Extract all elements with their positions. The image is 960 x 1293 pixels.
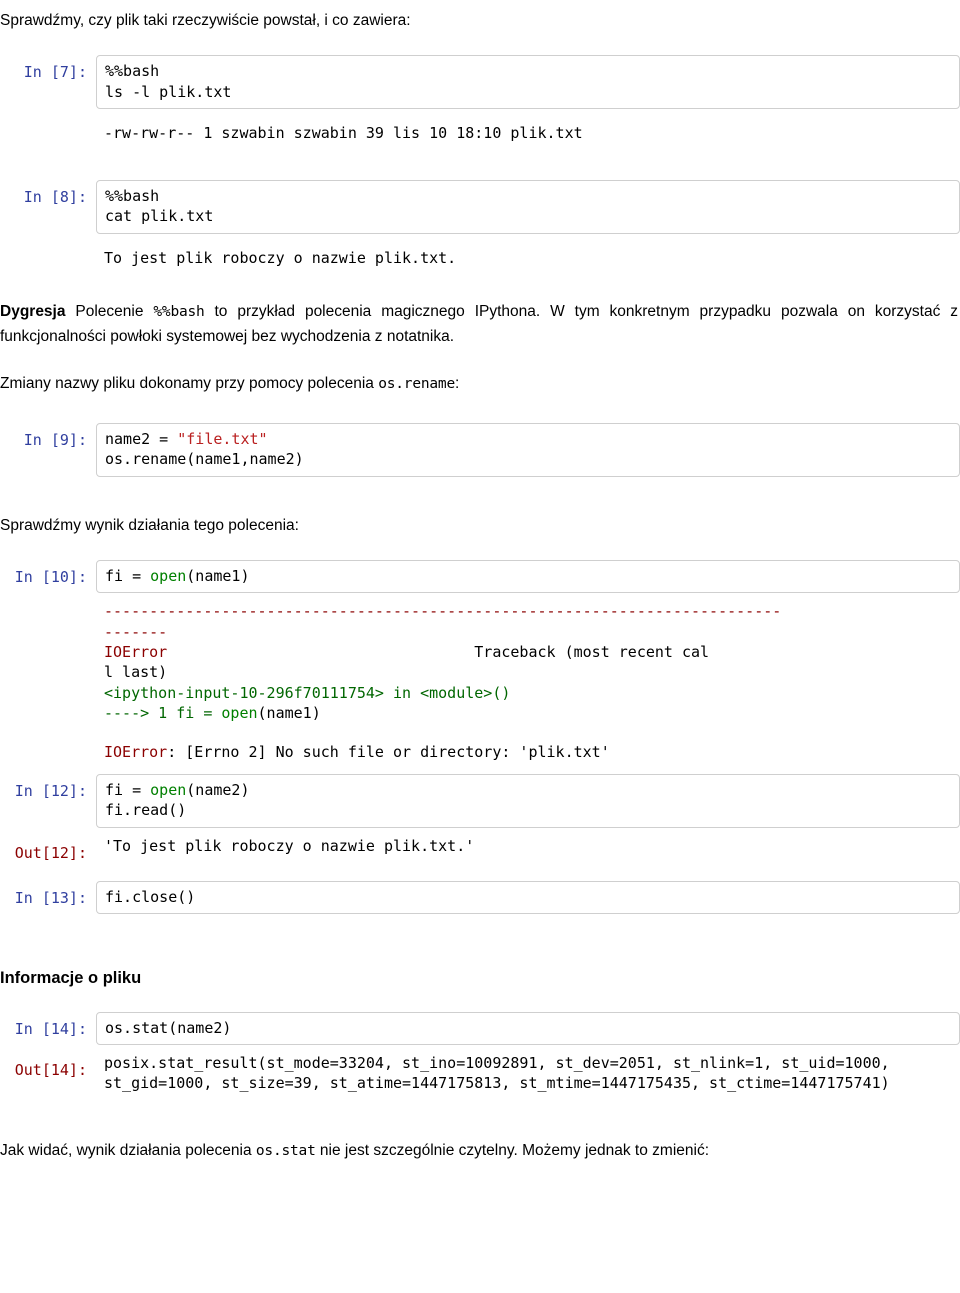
traceback-arrow-prefix: ----> 1 fi = <box>104 704 222 723</box>
closing-part2: nie jest szczególnie czytelny. Możemy je… <box>315 1141 710 1159</box>
builtin-open: open <box>150 566 187 585</box>
traceback-error-header: IOError Traceback (most recent cal <box>104 642 954 662</box>
out-prompt-14[interactable]: Out[14]: <box>0 1053 96 1080</box>
code-fragment: (name1) <box>186 566 250 585</box>
in-prompt-9[interactable]: In [9]: <box>0 423 96 450</box>
code-line: ls -l plik.txt <box>105 82 232 101</box>
rename-paragraph: Zmiany nazwy pliku dokonamy przy pomocy … <box>0 371 960 396</box>
builtin-open: open <box>221 704 258 723</box>
output-area-8: To jest plik roboczy o nazwie plik.txt. <box>96 248 960 268</box>
closing-mono-code: os.stat <box>255 1142 316 1159</box>
code-fragment: (name2) <box>186 780 250 799</box>
rename-part1: Zmiany nazwy pliku dokonamy przy pomocy … <box>0 375 379 393</box>
code-line: os.stat(name2) <box>105 1018 232 1037</box>
cell-in-12: In [12]: fi = open(name2) fi.read() <box>0 773 960 828</box>
code-line: %%bash <box>105 62 160 81</box>
cell-output-8: To jest plik roboczy o nazwie plik.txt. <box>0 248 960 269</box>
cell-output-7: -rw-rw-r-- 1 szwabin szwabin 39 lis 10 1… <box>0 123 960 144</box>
out-prompt-7-empty <box>0 123 96 144</box>
out-prompt-10-empty <box>0 601 96 622</box>
output-value: 'To jest plik roboczy o nazwie plik.txt.… <box>104 836 475 855</box>
code-line: name2 = "file.txt" <box>105 429 951 449</box>
traceback-header-spacer <box>167 643 474 661</box>
output-area-12: 'To jest plik roboczy o nazwie plik.txt.… <box>96 836 960 856</box>
traceback-rule-line-2: ------- <box>104 622 168 641</box>
cell-output-10-traceback: ----------------------------------------… <box>0 601 960 762</box>
cell-in-9: In [9]: name2 = "file.txt" os.rename(nam… <box>0 422 960 477</box>
output-text: To jest plik roboczy o nazwie plik.txt. <box>104 248 457 267</box>
traceback-error-name: IOError <box>104 643 168 661</box>
in-prompt-14[interactable]: In [14]: <box>0 1012 96 1039</box>
cell-in-7: In [7]: %%bash ls -l plik.txt <box>0 55 960 109</box>
code-line: fi.close() <box>105 887 196 906</box>
code-input-7[interactable]: %%bash ls -l plik.txt <box>96 55 960 109</box>
traceback-arrow-line: ----> 1 fi = open(name1) <box>104 703 954 723</box>
in-prompt-8[interactable]: In [8]: <box>0 180 96 207</box>
cell-in-8: In [8]: %%bash cat plik.txt <box>0 179 960 234</box>
rename-part2: : <box>454 375 460 393</box>
code-fragment: name2 = <box>105 429 178 448</box>
code-fragment: (name1) <box>257 704 321 723</box>
cell-in-10: In [10]: fi = open(name1) <box>0 559 960 594</box>
out-prompt-8-empty <box>0 248 96 269</box>
closing-paragraph: Jak widać, wynik działania polecenia os.… <box>0 1138 960 1163</box>
section-heading-file-info: Informacje o pliku <box>0 969 142 988</box>
code-fragment: fi = <box>105 780 151 799</box>
code-line: fi.read() <box>105 801 187 820</box>
string-literal: "file.txt" <box>177 429 268 448</box>
traceback-final-error: IOError: [Errno 2] No such file or direc… <box>104 742 954 762</box>
code-input-9[interactable]: name2 = "file.txt" os.rename(name1,name2… <box>96 422 960 477</box>
code-input-10[interactable]: fi = open(name1) <box>96 559 960 594</box>
traceback-area: ----------------------------------------… <box>96 601 960 762</box>
code-fragment: fi = <box>105 566 151 585</box>
builtin-open: open <box>150 780 187 799</box>
code-input-14[interactable]: os.stat(name2) <box>96 1011 960 1046</box>
output-area-14: posix.stat_result(st_mode=33204, st_ino=… <box>96 1053 960 1094</box>
cell-in-14: In [14]: os.stat(name2) <box>0 1011 960 1046</box>
dygresja-part1: Polecenie <box>65 302 154 320</box>
traceback-final-error-label: IOError <box>104 742 168 761</box>
out-prompt-12[interactable]: Out[12]: <box>0 836 96 863</box>
closing-part1: Jak widać, wynik działania polecenia <box>0 1141 256 1159</box>
check-paragraph: Sprawdźmy wynik działania tego polecenia… <box>0 516 299 534</box>
output-area-7: -rw-rw-r-- 1 szwabin szwabin 39 lis 10 1… <box>96 123 960 143</box>
cell-in-13: In [13]: fi.close() <box>0 880 960 915</box>
traceback-final-error-message: : [Errno 2] No such file or directory: '… <box>167 742 610 761</box>
traceback-header-wrap: l last) <box>104 663 168 682</box>
intro-paragraph: Sprawdźmy, czy plik taki rzeczywiście po… <box>0 12 411 29</box>
in-prompt-13[interactable]: In [13]: <box>0 881 96 908</box>
dygresja-lead: Dygresja <box>0 302 66 320</box>
dygresja-mono-code: %%bash <box>153 303 205 320</box>
rename-mono-code: os.rename <box>378 376 455 393</box>
code-line: fi = open(name2) <box>105 780 951 800</box>
traceback-header-text: Traceback (most recent cal <box>474 643 710 661</box>
code-input-12[interactable]: fi = open(name2) fi.read() <box>96 773 960 828</box>
in-prompt-12[interactable]: In [12]: <box>0 774 96 801</box>
output-text: -rw-rw-r-- 1 szwabin szwabin 39 lis 10 1… <box>104 123 583 142</box>
code-input-13[interactable]: fi.close() <box>96 880 960 915</box>
code-input-8[interactable]: %%bash cat plik.txt <box>96 179 960 234</box>
traceback-file-line: <ipython-input-10-296f70111754> in <modu… <box>104 683 511 702</box>
code-line: os.rename(name1,name2) <box>105 450 304 469</box>
cell-output-12: Out[12]: 'To jest plik roboczy o nazwie … <box>0 836 960 863</box>
in-prompt-7[interactable]: In [7]: <box>0 55 96 82</box>
code-line: cat plik.txt <box>105 207 214 226</box>
in-prompt-10[interactable]: In [10]: <box>0 560 96 587</box>
traceback-rule-line-1: ----------------------------------------… <box>104 602 782 621</box>
code-line: %%bash <box>105 186 160 205</box>
notebook-page: Sprawdźmy, czy plik taki rzeczywiście po… <box>0 0 960 1293</box>
code-line: fi = open(name1) <box>105 566 951 586</box>
output-value: posix.stat_result(st_mode=33204, st_ino=… <box>104 1054 899 1093</box>
dygresja-paragraph: Dygresja Polecenie %%bash to przykład po… <box>0 299 960 350</box>
cell-output-14: Out[14]: posix.stat_result(st_mode=33204… <box>0 1053 960 1094</box>
